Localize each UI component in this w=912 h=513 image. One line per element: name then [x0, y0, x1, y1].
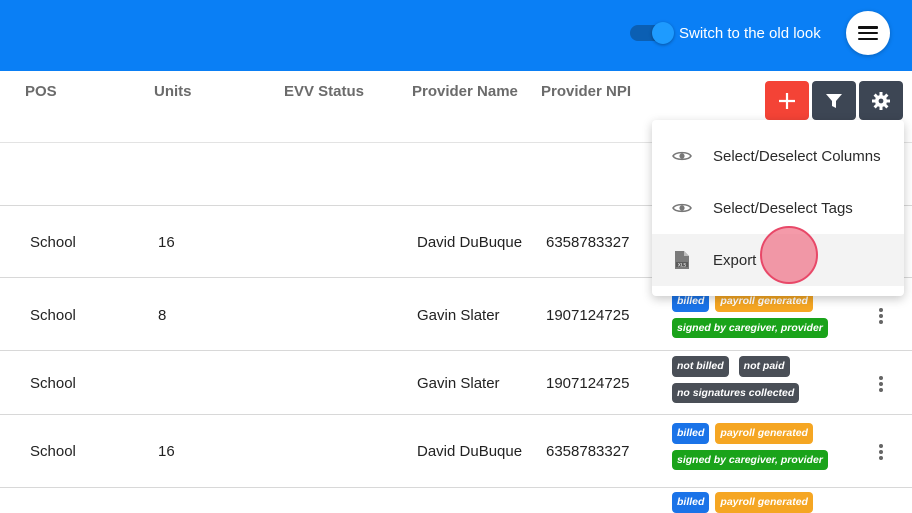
filter-icon — [826, 93, 842, 108]
cell-pos: School — [30, 443, 76, 460]
cell-provider-name: Gavin Slater — [417, 307, 500, 324]
toggle-label: Switch to the old look — [679, 24, 821, 42]
old-look-toggle[interactable]: Switch to the old look — [630, 22, 821, 44]
status-tags: not billed not paid no signatures collec… — [672, 356, 832, 403]
column-header-provider-name[interactable]: Provider Name — [412, 83, 518, 100]
column-header-pos[interactable]: POS — [25, 83, 57, 100]
menu-item-label: Select/Deselect Tags — [713, 199, 853, 217]
row-actions-icon[interactable] — [872, 374, 890, 394]
table-row[interactable]: School 16 David DuBuque 6358783327 bille… — [0, 415, 912, 488]
row-actions-icon[interactable] — [872, 306, 890, 326]
cell-pos: School — [30, 375, 76, 392]
cell-units: 8 — [158, 307, 167, 324]
tag-not-paid: not paid — [738, 356, 790, 377]
table-row[interactable]: School Gavin Slater 1907124725 not bille… — [0, 351, 912, 415]
cell-provider-npi: 6358783327 — [546, 443, 630, 460]
cell-units: 16 — [158, 234, 175, 251]
tag-no-signatures: no signatures collected — [672, 382, 800, 403]
filter-button[interactable] — [812, 81, 856, 120]
table-row[interactable]: billed payroll generated — [0, 488, 912, 513]
column-header-units[interactable]: Units — [154, 83, 192, 100]
xls-file-icon: XLS — [672, 250, 692, 270]
tag-signed: signed by caregiver, provider — [672, 317, 828, 338]
cell-units: 16 — [158, 443, 175, 460]
hamburger-menu-button[interactable] — [846, 11, 890, 55]
click-indicator — [760, 226, 818, 284]
tag-billed: billed — [672, 492, 710, 513]
eye-icon — [672, 198, 692, 218]
eye-icon — [672, 146, 692, 166]
menu-item-label: Export — [713, 251, 757, 269]
cell-provider-name: David DuBuque — [417, 234, 523, 251]
column-header-evv-status[interactable]: EVV Status — [284, 83, 364, 100]
cell-pos: School — [30, 234, 76, 251]
settings-button[interactable] — [859, 81, 903, 120]
add-button[interactable] — [765, 81, 809, 120]
toggle-knob — [652, 22, 674, 44]
gear-icon — [872, 91, 890, 110]
menu-item-select-tags[interactable]: Select/Deselect Tags — [652, 182, 904, 234]
svg-text:XLS: XLS — [678, 262, 687, 268]
tag-billed: billed — [672, 423, 710, 444]
status-tags: billed payroll generated signed by careg… — [672, 291, 842, 338]
top-app-bar: Switch to the old look — [0, 0, 912, 71]
column-header-provider-npi[interactable]: Provider NPI — [541, 83, 631, 100]
cell-provider-npi: 1907124725 — [546, 375, 630, 392]
menu-item-select-columns[interactable]: Select/Deselect Columns — [652, 130, 904, 182]
row-actions-icon[interactable] — [872, 442, 890, 462]
status-tags: billed payroll generated signed by careg… — [672, 423, 842, 470]
plus-icon — [779, 92, 795, 109]
tag-not-billed: not billed — [672, 356, 729, 377]
tag-payroll-generated: payroll generated — [715, 423, 813, 444]
hamburger-icon — [858, 26, 878, 40]
cell-provider-name: David DuBuque — [417, 443, 523, 460]
toggle-track — [630, 22, 674, 44]
cell-pos: School — [30, 307, 76, 324]
cell-provider-npi: 6358783327 — [546, 234, 630, 251]
cell-provider-npi: 1907124725 — [546, 307, 630, 324]
tag-signed: signed by caregiver, provider — [672, 449, 828, 470]
tag-payroll-generated: payroll generated — [715, 492, 813, 513]
menu-item-label: Select/Deselect Columns — [713, 147, 881, 165]
status-tags: billed payroll generated — [672, 492, 842, 513]
cell-provider-name: Gavin Slater — [417, 375, 500, 392]
